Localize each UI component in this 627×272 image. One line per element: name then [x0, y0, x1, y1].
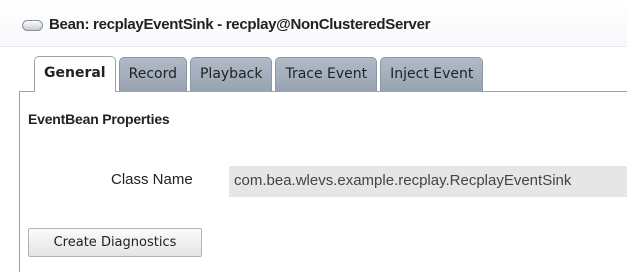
tab-bar: General Record Playback Trace Event Inje… — [34, 56, 486, 92]
tab-inject-event[interactable]: Inject Event — [380, 57, 484, 91]
tab-playback[interactable]: Playback — [189, 57, 273, 91]
create-diagnostics-button[interactable]: Create Diagnostics — [28, 228, 202, 257]
class-name-label: Class Name — [111, 171, 193, 188]
tab-general[interactable]: General — [34, 56, 116, 92]
tab-trace-event[interactable]: Trace Event — [275, 57, 378, 91]
page-title: Bean: recplayEventSink - recplay@NonClus… — [49, 16, 431, 33]
tab-record[interactable]: Record — [118, 57, 187, 91]
class-name-field: com.bea.wlevs.example.recplay.RecplayEve… — [229, 166, 627, 197]
section-heading: EventBean Properties — [28, 111, 170, 127]
bean-icon — [22, 20, 43, 31]
title-bar: Bean: recplayEventSink - recplay@NonClus… — [0, 0, 627, 47]
